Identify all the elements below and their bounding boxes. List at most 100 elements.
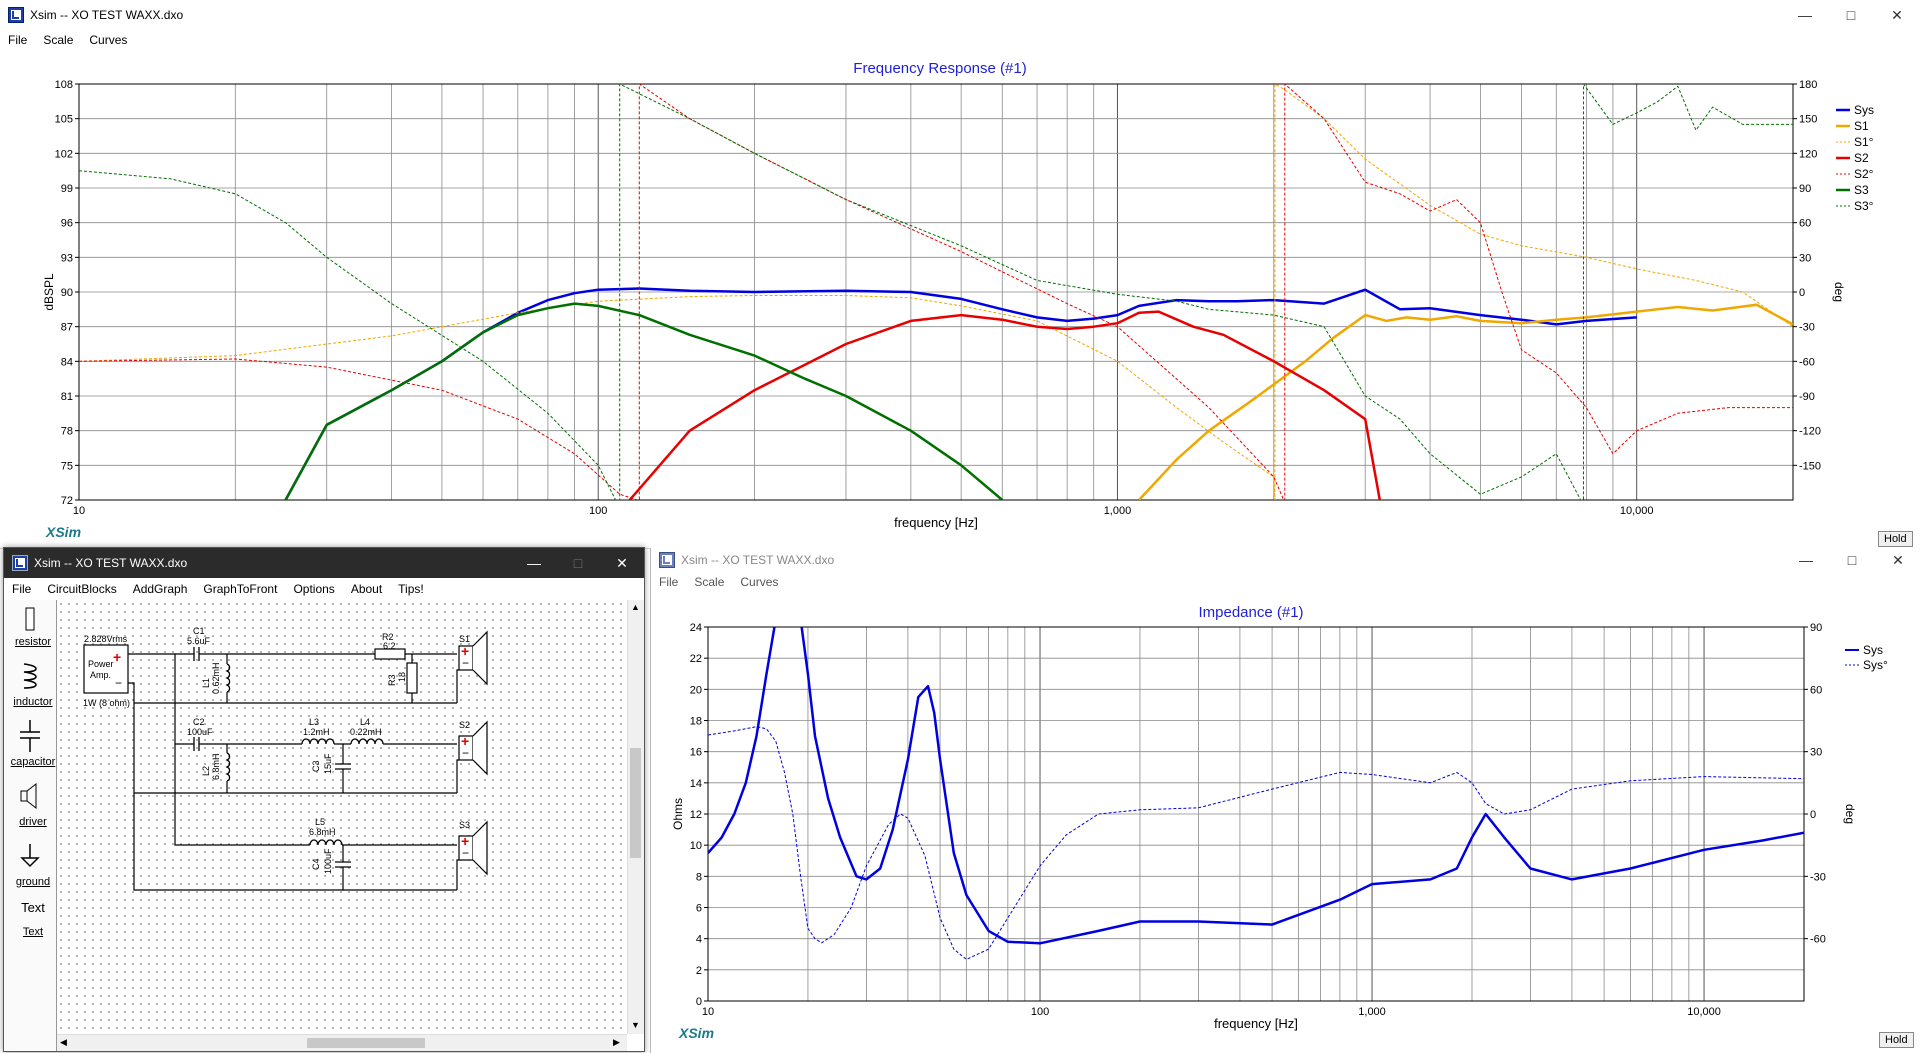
series-line-S1 [1138, 303, 1793, 500]
scrollbar-thumb[interactable] [630, 748, 641, 858]
label-L3: L3 [309, 717, 319, 727]
value-R2: 6.2 [383, 641, 396, 651]
hold-button[interactable]: Hold [1878, 531, 1913, 547]
x-tick-label: 100 [589, 505, 607, 517]
label-C4: C4 [311, 858, 321, 870]
label-C1: C1 [193, 626, 205, 636]
x-tick-label: 10 [73, 505, 85, 517]
legend-label: S1 [1854, 119, 1869, 133]
tool-capacitor[interactable]: capacitor [10, 756, 56, 768]
source-voltage-label: 2.828Vrms [84, 634, 128, 644]
series-line-Sys [708, 627, 1804, 945]
label-L5: L5 [315, 817, 325, 827]
scroll-left-icon[interactable]: ◀ [60, 1037, 67, 1048]
power-amp-label: Power [88, 659, 114, 669]
minimize-icon[interactable]: — [512, 548, 556, 578]
y-tick-label: 90 [61, 287, 73, 299]
y2-tick-label: -120 [1799, 426, 1821, 438]
x-tick-label: 10,000 [1687, 1006, 1721, 1018]
component-toolbox: resistor inductor capacitor driver groun… [4, 600, 57, 1051]
y2-tick-label: -30 [1799, 322, 1815, 334]
wire [456, 669, 459, 703]
tool-ground[interactable]: ground [10, 876, 56, 888]
value-L3: 1.2mH [303, 727, 330, 737]
y2-axis-label: deg [1843, 804, 1857, 824]
y-tick-label: 8 [696, 871, 702, 883]
y-tick-label: 84 [61, 356, 73, 368]
inductor-L3 [301, 738, 335, 745]
amp-minus-terminal: − [115, 676, 122, 690]
wire [456, 859, 459, 890]
series-line-S3 [284, 302, 1004, 500]
inductor-L1 [225, 663, 231, 693]
schematic-titlebar: Xsim -- XO TEST WAXX.dxo — □ ✕ [4, 548, 644, 578]
schematic-canvas[interactable]: 2.828Vrms Power Amp. + −1W (8 ohm) C1 5.6uF L1 0… [57, 600, 627, 1034]
menu-addgraph[interactable]: AddGraph [125, 582, 196, 596]
legend-label: S2 [1854, 151, 1869, 165]
capacitor-C3 [335, 763, 351, 770]
y2-tick-label: 120 [1799, 148, 1817, 160]
hold-button[interactable]: Hold [1879, 1032, 1914, 1048]
value-L4: 0.22mH [350, 727, 382, 737]
y-tick-label: 16 [690, 747, 702, 759]
y-tick-label: 14 [690, 778, 702, 790]
menu-about[interactable]: About [343, 582, 390, 596]
wire [456, 759, 459, 793]
y-tick-label: 12 [690, 809, 702, 821]
legend: Sys S1 S1° S2 S2° S3 S3° [1836, 103, 1874, 213]
frequency-response-chart: 72 75 78 81 84 87 90 93 96 99 102 105 108 -150 -120 -90… [42, 79, 1874, 530]
scrollbar-thumb[interactable] [307, 1038, 425, 1048]
label-L2: L2 [201, 766, 211, 776]
resistor-R3[interactable] [406, 662, 418, 694]
y-tick-label: 2 [696, 965, 702, 977]
y2-tick-label: 60 [1799, 218, 1811, 230]
label-S1: S1 [459, 634, 470, 644]
x-axis-label: frequency [Hz] [1214, 1016, 1298, 1031]
label-S2: S2 [459, 720, 470, 730]
menu-options[interactable]: Options [285, 582, 342, 596]
svg-text:−: − [462, 746, 469, 760]
y2-tick-label: -150 [1799, 460, 1821, 472]
y2-tick-label: -30 [1810, 871, 1826, 883]
value-C3: 15uF [323, 753, 333, 774]
y-tick-label: 96 [61, 218, 73, 230]
legend-label: Sys [1863, 643, 1883, 657]
menu-tips[interactable]: Tips! [390, 582, 432, 596]
y2-tick-label: -90 [1799, 391, 1815, 403]
xsim-logo: XSim [679, 1025, 715, 1041]
menu-graphtofront[interactable]: GraphToFront [195, 582, 285, 596]
scroll-up-icon[interactable]: ▲ [631, 602, 640, 612]
tool-text[interactable]: Text [10, 926, 56, 938]
y2-tick-label: 60 [1810, 684, 1822, 696]
y-tick-label: 78 [61, 426, 73, 438]
label-C2: C2 [193, 717, 205, 727]
value-C2: 100uF [187, 727, 213, 737]
x-tick-label: 1,000 [1104, 505, 1132, 517]
value-L5: 6.8mH [309, 827, 336, 837]
vertical-scrollbar[interactable]: ▲ ▼ [627, 600, 644, 1034]
y-tick-label: 22 [690, 653, 702, 665]
y-tick-label: 6 [696, 903, 702, 915]
text-tool-preview: Text [21, 900, 45, 915]
horizontal-scrollbar[interactable]: ◀ ▶ [57, 1034, 627, 1051]
close-icon[interactable]: ✕ [600, 548, 644, 578]
power-amp-label: Amp. [90, 670, 111, 680]
schematic-menubar: File CircuitBlocks AddGraph GraphToFront… [4, 578, 644, 600]
tool-inductor[interactable]: inductor [10, 696, 56, 708]
y2-tick-label: 30 [1810, 747, 1822, 759]
series-line-S2 [628, 310, 1382, 500]
tool-driver[interactable]: driver [10, 816, 56, 828]
y-tick-label: 24 [690, 622, 702, 634]
inductor-L2 [225, 752, 231, 782]
maximize-icon[interactable]: □ [556, 548, 600, 578]
label-C3: C3 [311, 760, 321, 772]
tool-resistor[interactable]: resistor [10, 636, 56, 648]
scroll-right-icon[interactable]: ▶ [613, 1037, 620, 1048]
capacitor-icon [20, 720, 40, 752]
scroll-down-icon[interactable]: ▼ [631, 1020, 640, 1030]
y2-tick-label: 180 [1799, 79, 1817, 91]
menu-file[interactable]: File [4, 582, 39, 596]
x-tick-label: 10,000 [1620, 505, 1654, 517]
menu-circuitblocks[interactable]: CircuitBlocks [39, 582, 124, 596]
y-tick-label: 108 [55, 79, 73, 91]
